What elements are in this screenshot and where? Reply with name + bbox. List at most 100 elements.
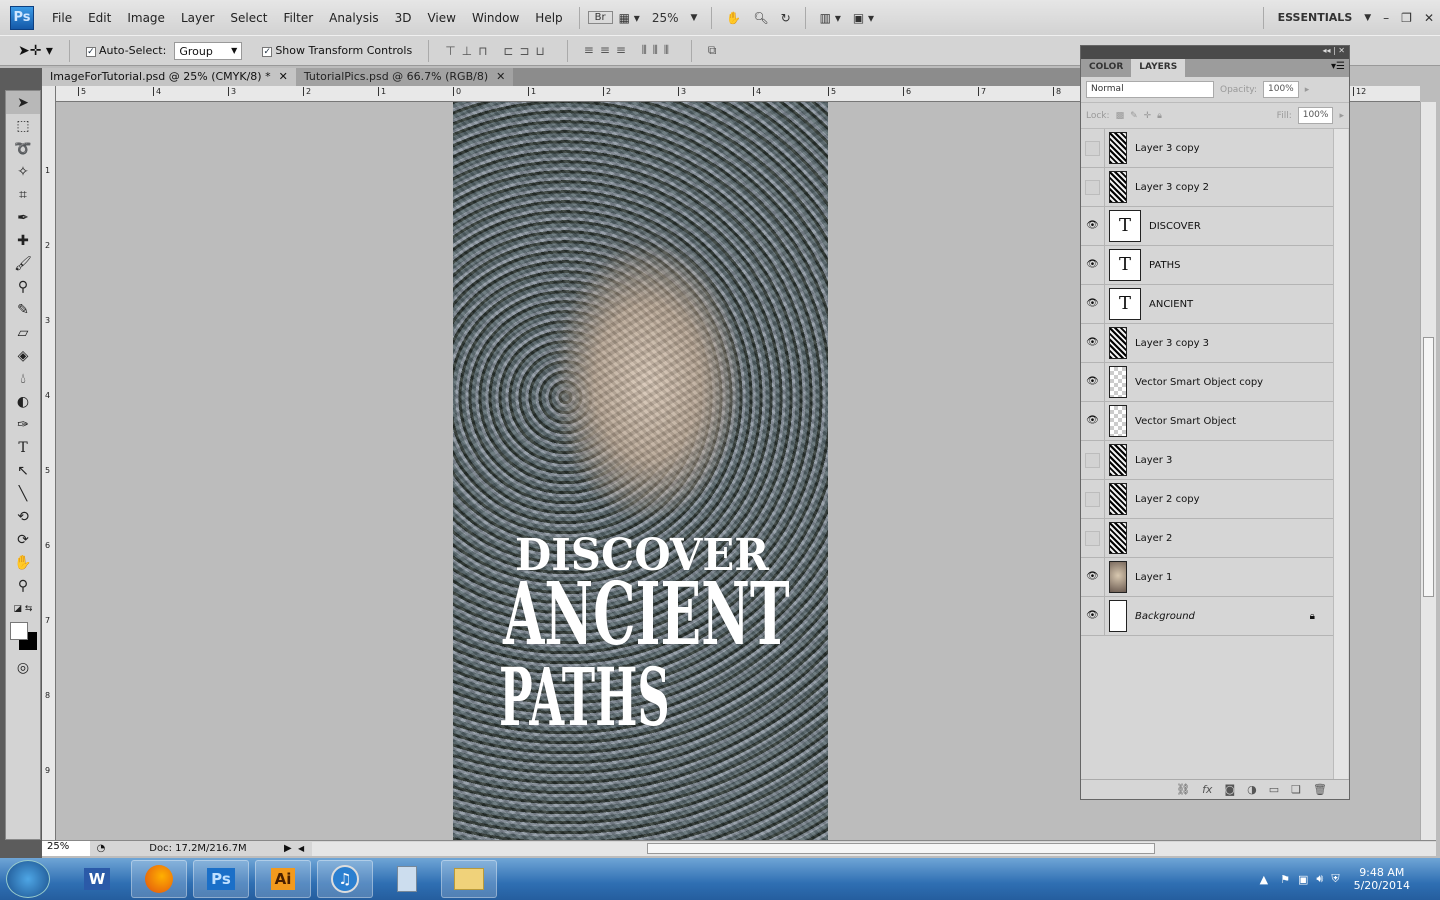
- pen-tool-icon[interactable]: ✑: [6, 413, 40, 436]
- menu-edit[interactable]: Edit: [80, 11, 119, 25]
- menu-window[interactable]: Window: [464, 11, 527, 25]
- layer-row[interactable]: Layer 2: [1081, 518, 1333, 558]
- foreground-color-swatch[interactable]: [10, 622, 28, 640]
- menu-help[interactable]: Help: [527, 11, 570, 25]
- magic-wand-tool-icon[interactable]: ✧: [6, 160, 40, 183]
- layer-row[interactable]: 👁︎ T DISCOVER: [1081, 206, 1333, 246]
- move-tool-icon[interactable]: ➤: [6, 91, 40, 114]
- restore-icon[interactable]: ❐: [1395, 11, 1418, 25]
- close-tab-icon[interactable]: ✕: [279, 70, 288, 85]
- blend-mode-dropdown[interactable]: Normal: [1086, 81, 1214, 98]
- visibility-toggle[interactable]: 👁︎: [1081, 596, 1105, 636]
- taskbar-firefox[interactable]: [131, 860, 187, 898]
- history-brush-tool-icon[interactable]: ✎: [6, 298, 40, 321]
- link-layers-icon[interactable]: ⛓: [1176, 783, 1190, 796]
- add-mask-icon[interactable]: ◙: [1224, 783, 1235, 796]
- lock-pixels-icon[interactable]: ✎: [1130, 111, 1138, 121]
- menu-view[interactable]: View: [419, 11, 463, 25]
- lock-transparency-icon[interactable]: ▩: [1116, 111, 1125, 121]
- collapse-panel-icon[interactable]: ◂◂: [1322, 46, 1330, 55]
- layers-scrollbar[interactable]: [1333, 129, 1348, 779]
- layer-row[interactable]: 👁︎ Vector Smart Object: [1081, 401, 1333, 441]
- fill-slider-arrow-icon[interactable]: ▸: [1339, 111, 1344, 121]
- visibility-toggle[interactable]: [1081, 518, 1105, 558]
- horizontal-scrollbar[interactable]: [312, 841, 1436, 856]
- menu-file[interactable]: File: [44, 11, 80, 25]
- taskbar-itunes[interactable]: ♫: [317, 860, 373, 898]
- screen-mode-icon[interactable]: ▦ ▾: [613, 11, 646, 25]
- hand-tool-icon[interactable]: ✋: [720, 11, 747, 25]
- line-tool-icon[interactable]: ╲: [6, 482, 40, 505]
- path-selection-tool-icon[interactable]: ↖: [6, 459, 40, 482]
- menu-select[interactable]: Select: [222, 11, 275, 25]
- auto-align-icon[interactable]: ⧉: [708, 43, 723, 58]
- menu-analysis[interactable]: Analysis: [321, 11, 386, 25]
- paint-bucket-tool-icon[interactable]: ◈: [6, 344, 40, 367]
- layer-row[interactable]: 👁︎ Layer 1: [1081, 557, 1333, 597]
- workspace-dropdown-icon[interactable]: ▼: [1358, 13, 1377, 23]
- rotate-view-icon[interactable]: ↻: [775, 11, 797, 25]
- zoom-tool-icon[interactable]: 🔍︎: [747, 11, 774, 25]
- tab-imagefortutorial[interactable]: ImageForTutorial.psd @ 25% (CMYK/8) * ✕: [42, 68, 296, 87]
- menu-filter[interactable]: Filter: [275, 11, 321, 25]
- menu-image[interactable]: Image: [119, 11, 173, 25]
- visibility-toggle[interactable]: [1081, 440, 1105, 480]
- healing-brush-tool-icon[interactable]: ✚: [6, 229, 40, 252]
- tab-color[interactable]: COLOR: [1081, 59, 1131, 77]
- tab-layers[interactable]: LAYERS: [1131, 59, 1186, 77]
- panel-menu-icon[interactable]: ▾☰: [1331, 61, 1345, 72]
- lock-position-icon[interactable]: ✛: [1144, 111, 1152, 121]
- swap-colors-icon[interactable]: ◪ ⇆: [6, 597, 40, 620]
- clock[interactable]: 9:48 AM 5/20/2014: [1354, 866, 1410, 892]
- layer-row[interactable]: Layer 3 copy: [1081, 128, 1333, 168]
- brush-tool-icon[interactable]: 🖌︎: [6, 252, 40, 275]
- color-swatches[interactable]: [6, 620, 40, 656]
- visibility-toggle[interactable]: 👁︎: [1081, 323, 1105, 363]
- taskbar-illustrator[interactable]: Ai: [255, 860, 311, 898]
- visibility-toggle[interactable]: 👁︎: [1081, 206, 1105, 246]
- layer-row[interactable]: Layer 3: [1081, 440, 1333, 480]
- start-button[interactable]: [6, 860, 50, 898]
- visibility-toggle[interactable]: [1081, 128, 1105, 168]
- action-center-flag-icon[interactable]: ⚑: [1280, 873, 1290, 886]
- blur-tool-icon[interactable]: 💧︎: [6, 367, 40, 390]
- zoom-tool-icon[interactable]: ⚲: [6, 574, 40, 597]
- zoom-level-dropdown[interactable]: 25%: [646, 11, 685, 25]
- close-panel-icon[interactable]: ✕: [1338, 46, 1345, 55]
- visibility-toggle[interactable]: [1081, 167, 1105, 207]
- layer-row[interactable]: 👁︎ T PATHS: [1081, 245, 1333, 285]
- zoom-dropdown-arrow-icon[interactable]: ▼: [685, 13, 704, 23]
- menu-3d[interactable]: 3D: [387, 11, 420, 25]
- opacity-field[interactable]: 100%: [1263, 81, 1299, 98]
- move-tool-icon[interactable]: ➤✛ ▾: [18, 43, 53, 59]
- taskbar-explorer[interactable]: [441, 860, 497, 898]
- layer-row[interactable]: Layer 2 copy: [1081, 479, 1333, 519]
- eraser-tool-icon[interactable]: ▱: [6, 321, 40, 344]
- 3d-rotate-tool-icon[interactable]: ⟲: [6, 505, 40, 528]
- new-group-icon[interactable]: ▭: [1269, 783, 1279, 796]
- canvas-artwork[interactable]: DISCOVER ANCIENT PATHS: [453, 102, 828, 840]
- visibility-toggle[interactable]: 👁︎: [1081, 284, 1105, 324]
- clone-stamp-tool-icon[interactable]: ⚲: [6, 275, 40, 298]
- layer-row[interactable]: 👁︎ Vector Smart Object copy: [1081, 362, 1333, 402]
- security-icon[interactable]: ⛨: [1331, 872, 1339, 886]
- status-zoom-field[interactable]: 25%: [42, 841, 90, 856]
- hand-tool-icon[interactable]: ✋: [6, 551, 40, 574]
- close-icon[interactable]: ✕: [1418, 11, 1440, 25]
- dodge-tool-icon[interactable]: ◐: [6, 390, 40, 413]
- quick-mask-icon[interactable]: ◎: [6, 656, 40, 679]
- visibility-toggle[interactable]: [1081, 479, 1105, 519]
- distribute-buttons-icon[interactable]: ≡≡≡ ⫴⫴⫴: [584, 43, 675, 58]
- delete-layer-icon[interactable]: 🗑︎: [1313, 783, 1327, 796]
- auto-select-dropdown[interactable]: Group: [174, 41, 243, 60]
- taskbar-word[interactable]: W: [69, 860, 125, 898]
- lock-all-icon[interactable]: 🔒︎: [1157, 111, 1162, 121]
- show-transform-controls-checkbox[interactable]: ✓ Show Transform Controls: [262, 44, 412, 57]
- align-buttons-icon[interactable]: ⊤⊥⊓ ⊏⊐⊔: [445, 44, 551, 58]
- minimize-icon[interactable]: –: [1377, 11, 1395, 25]
- status-menu-arrow-icon[interactable]: ▶: [284, 843, 298, 854]
- bridge-button[interactable]: Br: [587, 11, 613, 24]
- type-tool-icon[interactable]: T: [6, 436, 40, 459]
- scrollbar-thumb[interactable]: [647, 842, 1155, 854]
- workspace-switcher[interactable]: ESSENTIALS: [1272, 11, 1359, 24]
